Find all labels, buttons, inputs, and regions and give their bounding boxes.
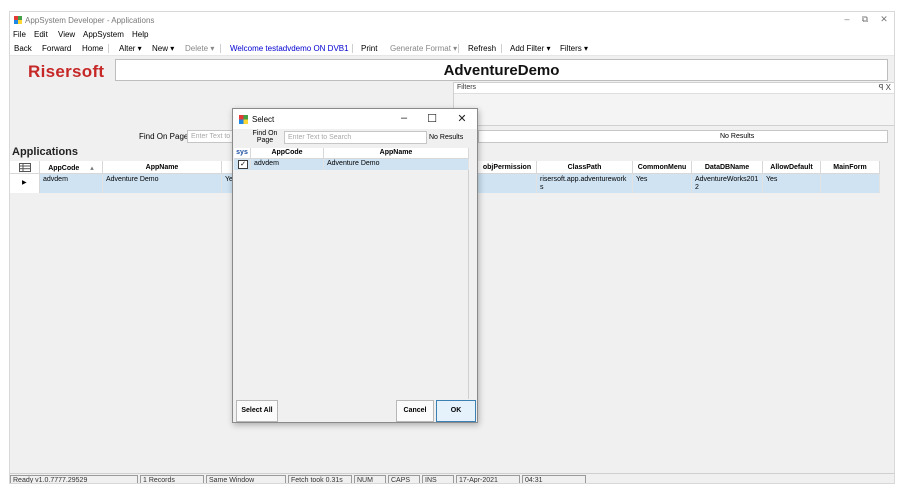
- dialog-find-label: Find On Page: [252, 130, 278, 144]
- refresh-button[interactable]: Refresh: [468, 44, 496, 53]
- cell-objpermission[interactable]: [478, 174, 537, 193]
- title-bar: AppSystem Developer - Applications – ⧉ ✕: [10, 12, 894, 28]
- dialog-title-bar: Select – ☐ ✕: [233, 109, 477, 129]
- find-results-field: [478, 130, 888, 143]
- menu-bar: File Edit View AppSystem Help: [10, 28, 894, 41]
- current-row-icon: ▶: [22, 180, 27, 186]
- grid-menu-icon[interactable]: [19, 163, 31, 172]
- generate-format-button[interactable]: Generate Format ▾: [390, 44, 457, 53]
- column-header-appcode[interactable]: AppCode ▴: [40, 161, 103, 174]
- dialog-cell-appname[interactable]: Adventure Demo: [324, 159, 469, 170]
- section-title: Applications: [12, 146, 79, 158]
- dialog-find-input[interactable]: Enter Text to Search: [284, 131, 427, 144]
- dialog-column-appname[interactable]: AppName: [324, 148, 469, 159]
- filters-panel: Filters ꟼ X: [453, 82, 894, 126]
- delete-menu-button[interactable]: Delete ▾: [185, 44, 214, 53]
- menu-edit[interactable]: Edit: [34, 30, 48, 39]
- back-button[interactable]: Back: [14, 44, 32, 53]
- cell-allowdefault[interactable]: Yes: [763, 174, 821, 193]
- banner-title: AdventureDemo: [443, 62, 560, 79]
- toolbar: Back Forward Home Alter ▾ New ▾ Delete ▾…: [10, 41, 894, 56]
- filters-panel-label: Filters: [457, 84, 477, 91]
- status-date: 17-Apr-2021: [456, 475, 520, 483]
- cell-mainform[interactable]: [821, 174, 880, 193]
- grid-corner[interactable]: [10, 161, 40, 174]
- app-banner: AdventureDemo: [115, 59, 888, 81]
- home-button[interactable]: Home: [82, 44, 103, 53]
- status-num: NUM: [354, 475, 386, 483]
- cell-datadbname[interactable]: AdventureWorks2012: [692, 174, 763, 193]
- welcome-label: Welcome testadvdemo ON DVB1: [230, 44, 349, 53]
- column-header-appname[interactable]: AppName: [103, 161, 222, 174]
- menu-appsystem[interactable]: AppSystem: [83, 30, 124, 39]
- status-caps: CAPS: [388, 475, 420, 483]
- status-version: Ready v1.0.7777.29529: [10, 475, 138, 483]
- add-filter-button[interactable]: Add Filter ▾: [510, 44, 550, 53]
- dialog-column-appcode[interactable]: AppCode: [251, 148, 324, 159]
- menu-view[interactable]: View: [58, 30, 75, 39]
- column-header-commonmenu[interactable]: CommonMenu: [633, 161, 692, 174]
- cell-appcode[interactable]: advdem: [40, 174, 103, 193]
- toolbar-separator: [220, 44, 221, 53]
- alter-menu-button[interactable]: Alter ▾: [119, 44, 142, 53]
- column-header-mainform[interactable]: MainForm: [821, 161, 880, 174]
- dialog-column-sys[interactable]: sys: [234, 148, 251, 159]
- toolbar-separator: [458, 44, 459, 53]
- sort-asc-icon: ▴: [90, 165, 94, 172]
- select-all-button[interactable]: Select All: [236, 400, 278, 422]
- ok-button[interactable]: OK: [436, 400, 476, 422]
- dialog-close-icon[interactable]: ✕: [455, 112, 469, 125]
- toolbar-separator: [108, 44, 109, 53]
- toolbar-separator: [352, 44, 353, 53]
- restore-icon[interactable]: ⧉: [859, 14, 871, 25]
- cell-classpath[interactable]: risersoft.app.adventureworks: [537, 174, 633, 193]
- filters-panel-header: Filters ꟼ X: [454, 83, 894, 94]
- print-button[interactable]: Print: [361, 44, 377, 53]
- find-results-label: No Results: [720, 133, 755, 140]
- status-time: 04:31: [522, 475, 586, 483]
- status-records: 1 Records: [140, 475, 204, 483]
- select-dialog: Select – ☐ ✕ Find On Page Enter Text to …: [232, 108, 478, 423]
- new-menu-button[interactable]: New ▾: [152, 44, 174, 53]
- status-bar: Ready v1.0.7777.29529 1 Records Same Win…: [10, 473, 894, 483]
- filters-button[interactable]: Filters ▾: [560, 44, 588, 53]
- dialog-minimize-icon[interactable]: –: [397, 112, 411, 124]
- find-on-page-label: Find On Page: [139, 132, 189, 141]
- dialog-no-results-label: No Results: [429, 134, 464, 141]
- cancel-button[interactable]: Cancel: [396, 400, 434, 422]
- dialog-cell-appcode[interactable]: advdem: [251, 159, 324, 170]
- row-header[interactable]: ▶: [10, 174, 40, 193]
- menu-help[interactable]: Help: [132, 30, 148, 39]
- cell-appname[interactable]: Adventure Demo: [103, 174, 222, 193]
- dialog-maximize-icon[interactable]: ☐: [425, 112, 439, 125]
- dialog-row-checkbox[interactable]: ✓: [238, 160, 248, 169]
- app-icon: [14, 16, 22, 24]
- column-header-objpermission[interactable]: objPermission: [478, 161, 537, 174]
- status-window-mode: Same Window: [206, 475, 286, 483]
- panel-pin-close-icon[interactable]: ꟼ X: [879, 83, 891, 92]
- column-header-datadbname[interactable]: DataDBName: [692, 161, 763, 174]
- window-title: AppSystem Developer - Applications: [25, 16, 155, 25]
- dialog-grid: sys AppCode AppName ✓ advdem Adventure D…: [234, 148, 469, 399]
- toolbar-separator: [501, 44, 502, 53]
- close-icon[interactable]: ✕: [878, 14, 890, 25]
- risersoft-logo: Risersoft: [28, 62, 105, 81]
- status-ins: INS: [422, 475, 454, 483]
- column-header-classpath[interactable]: ClassPath: [537, 161, 633, 174]
- minimize-icon[interactable]: –: [841, 14, 853, 24]
- column-header-allowdefault[interactable]: AllowDefault: [763, 161, 821, 174]
- forward-button[interactable]: Forward: [42, 44, 71, 53]
- menu-file[interactable]: File: [13, 30, 26, 39]
- cell-commonmenu[interactable]: Yes: [633, 174, 692, 193]
- dialog-app-icon: [239, 115, 248, 124]
- status-fetch-time: Fetch took 0.31s: [288, 475, 352, 483]
- dialog-title: Select: [252, 115, 275, 124]
- column-header-appcode-label: AppCode: [48, 165, 80, 172]
